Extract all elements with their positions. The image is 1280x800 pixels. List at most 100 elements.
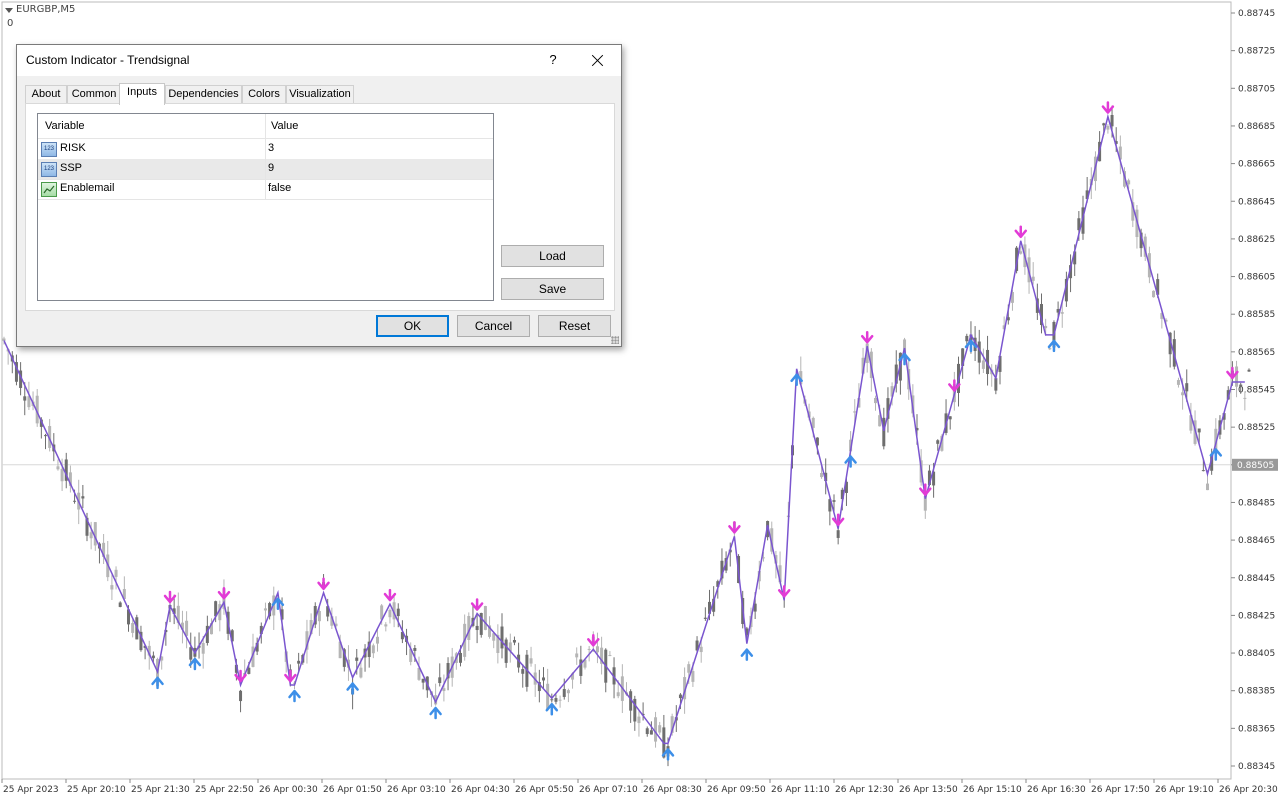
price-axis-label: 0.88365	[1238, 724, 1275, 734]
tab-inputs[interactable]: Inputs	[119, 83, 165, 105]
candle-body	[131, 623, 135, 633]
candle-body	[608, 655, 612, 657]
candle-body	[185, 620, 189, 636]
candle-body	[1247, 369, 1251, 372]
candle-body	[654, 717, 658, 742]
candle-body	[1239, 384, 1243, 388]
reset-button[interactable]: Reset	[538, 315, 611, 337]
candle-body	[529, 658, 533, 664]
input-row-enablemail[interactable]: Enablemail false	[38, 179, 493, 200]
tab-dependencies[interactable]: Dependencies	[165, 85, 242, 104]
price-axis-label: 0.88625	[1238, 235, 1275, 245]
symbol-menu-icon[interactable]	[5, 8, 13, 13]
candle-body	[1019, 251, 1023, 254]
input-value[interactable]: 9	[268, 162, 274, 174]
input-value[interactable]: 3	[268, 142, 274, 154]
candle-body	[2, 338, 6, 341]
time-axis-label: 26 Apr 16:30	[1027, 785, 1086, 795]
price-axis-label: 0.88385	[1238, 687, 1275, 697]
candle-body	[189, 647, 193, 660]
candle-body	[355, 657, 359, 661]
candle-body	[89, 532, 93, 539]
candle-body	[1185, 383, 1189, 392]
candle-body	[1197, 428, 1201, 433]
candle-body	[853, 411, 857, 413]
candle-body	[550, 699, 554, 701]
time-axis-label: 26 Apr 15:10	[963, 785, 1022, 795]
candle-body	[500, 626, 504, 649]
input-name: Enablemail	[60, 182, 115, 194]
candle-body	[1031, 276, 1035, 281]
candle-body	[994, 378, 998, 391]
dialog-titlebar[interactable]: Custom Indicator - Trendsignal ?	[17, 45, 621, 76]
candle-body	[317, 611, 321, 622]
candle-body	[546, 683, 550, 710]
symbol-label: EURGBP,M5	[16, 4, 76, 15]
boolean-type-icon	[41, 182, 57, 197]
ok-button[interactable]: OK	[376, 315, 449, 337]
candle-body	[616, 692, 620, 697]
time-axis-label: 26 Apr 19:10	[1155, 785, 1214, 795]
close-icon[interactable]	[583, 47, 613, 73]
candle-body	[691, 671, 695, 682]
candle-body	[81, 496, 85, 499]
load-button[interactable]: Load	[501, 245, 604, 267]
subwindow-label: 0	[7, 18, 14, 29]
input-row-risk[interactable]: 123 RISK 3	[38, 139, 493, 160]
price-axis-label: 0.88405	[1238, 649, 1275, 659]
resize-grip-icon[interactable]	[611, 336, 619, 344]
candle-body	[1102, 123, 1106, 126]
time-axis-label: 25 Apr 20:10	[67, 785, 126, 795]
candle-body	[1048, 348, 1052, 350]
candle-body	[1243, 397, 1247, 399]
candle-body	[587, 648, 591, 650]
candle-body	[1181, 392, 1185, 396]
column-header-variable[interactable]: Variable	[45, 120, 85, 132]
price-axis-label: 0.88445	[1238, 574, 1275, 584]
candle-body	[687, 664, 691, 673]
input-row-ssp[interactable]: 123 SSP 9	[38, 159, 493, 180]
cancel-button[interactable]: Cancel	[457, 315, 530, 337]
candle-body	[23, 396, 27, 401]
tab-visualization[interactable]: Visualization	[286, 85, 354, 104]
inputs-grid[interactable]: Variable Value 123 RISK 3 123 SSP 9 Enab…	[37, 113, 494, 301]
candle-body	[637, 716, 641, 724]
candle-body	[1152, 290, 1156, 298]
candle-body	[981, 360, 985, 369]
candle-body	[1044, 325, 1048, 329]
time-axis-label: 26 Apr 05:50	[515, 785, 574, 795]
candle-body	[396, 608, 400, 617]
grid-header: Variable Value	[38, 114, 493, 139]
time-axis-label: 26 Apr 08:30	[643, 785, 702, 795]
save-button[interactable]: Save	[501, 278, 604, 300]
current-price-label: 0.88505	[1237, 461, 1274, 471]
price-axis-label: 0.88565	[1238, 348, 1275, 358]
candle-body	[1110, 114, 1114, 127]
help-button[interactable]: ?	[541, 47, 565, 73]
candle-body	[442, 688, 446, 692]
candle-body	[239, 690, 243, 702]
candle-body	[521, 669, 525, 674]
candle-body	[936, 440, 940, 444]
input-value[interactable]: false	[268, 182, 291, 194]
price-axis-label: 0.88705	[1238, 84, 1275, 94]
tab-colors[interactable]: Colors	[242, 85, 286, 104]
tab-common[interactable]: Common	[67, 85, 121, 104]
candle-body	[575, 653, 579, 658]
candle-body	[376, 636, 379, 644]
tab-about[interactable]: About	[25, 85, 67, 104]
candle-body	[384, 624, 388, 627]
column-header-value[interactable]: Value	[271, 120, 298, 132]
price-axis-label: 0.88485	[1238, 498, 1275, 508]
candle-body	[874, 397, 877, 404]
candle-body	[1060, 312, 1064, 314]
candle-body	[554, 698, 558, 702]
price-axis-label: 0.88345	[1238, 762, 1275, 772]
time-axis-label: 26 Apr 11:10	[771, 785, 830, 795]
time-axis-label: 26 Apr 12:30	[835, 785, 894, 795]
candle-body	[566, 690, 570, 694]
candle-body	[504, 639, 508, 663]
integer-type-icon: 123	[41, 162, 57, 177]
input-name: SSP	[60, 162, 83, 174]
dialog-title: Custom Indicator - Trendsignal	[26, 53, 190, 67]
